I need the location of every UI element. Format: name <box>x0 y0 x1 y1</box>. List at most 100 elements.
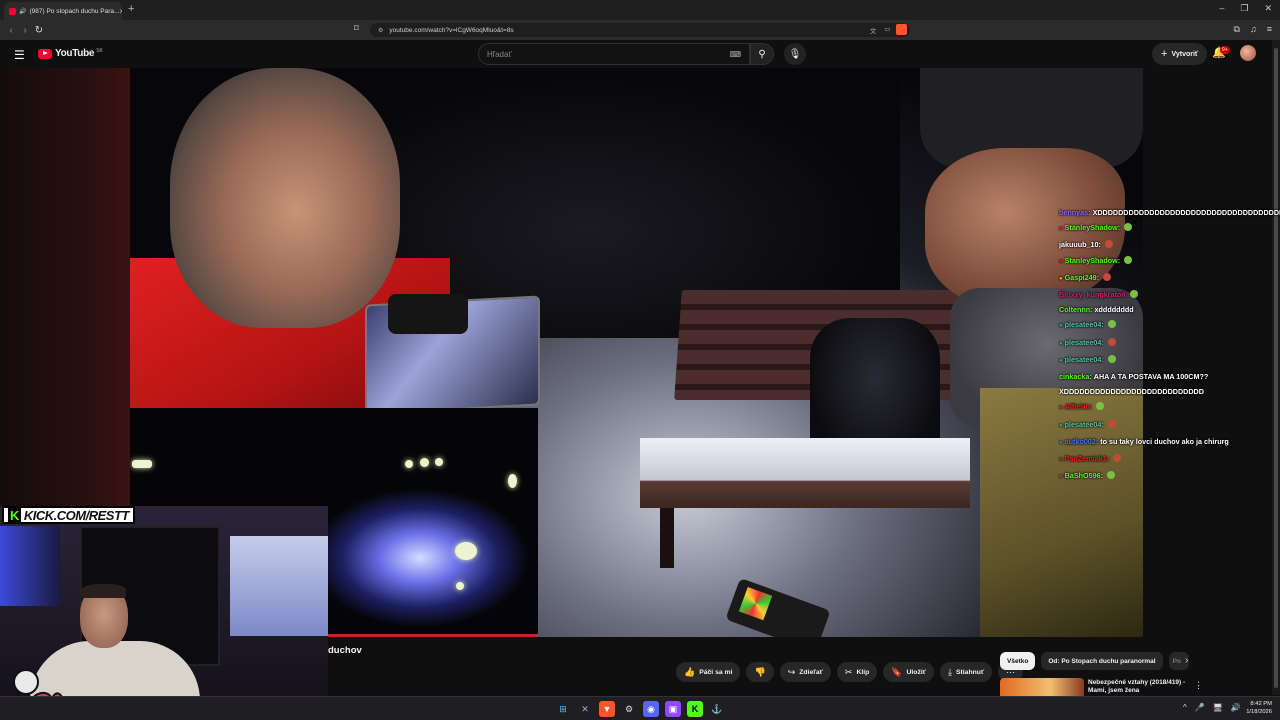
brave-browser-icon[interactable]: ▼ <box>599 701 615 717</box>
search-button[interactable]: ⚲ <box>750 43 774 65</box>
recommendation-chips: Všetko Od: Po Stopach duchu paranormal P… <box>1000 652 1189 670</box>
action-label: Uložiť <box>906 668 927 676</box>
save-button[interactable]: 🔖 Uložiť <box>883 662 934 682</box>
recommended-title[interactable]: Nebezpečné vztahy (2018/419) - Mami, jse… <box>1088 679 1198 695</box>
windows-start-icon[interactable]: ⊞ <box>555 701 571 717</box>
audio-playing-icon[interactable]: 🔊 <box>19 8 26 15</box>
chat-message: bennyas: XDDDDDDDDDDDDDDDDDDDDDDDDDDDDDDD… <box>1059 205 1280 220</box>
media-control-icon[interactable]: ♫ <box>1250 24 1257 35</box>
new-tab-button[interactable]: + <box>128 3 134 15</box>
bookmark-icon[interactable]: ⌑ <box>354 23 359 34</box>
microphone-tray-icon[interactable]: 🎤 <box>1195 703 1205 712</box>
chat-text: XDDDDDDDDDDDDDDDDDDDDDDDDDDDDDDDDDDDDDDD… <box>1092 208 1280 217</box>
chat-username[interactable]: Bloxxy_kungkraton <box>1059 290 1126 299</box>
chat-username[interactable]: jakuuub_10: <box>1059 240 1101 249</box>
action-label: Stiahnuť <box>955 668 985 676</box>
kick-logo-icon: K <box>8 507 21 523</box>
inset-light-glow <box>310 488 530 628</box>
clip-button[interactable]: ✂ Klip <box>836 662 878 682</box>
close-window-icon[interactable]: ✕ <box>1264 3 1272 14</box>
plus-icon: + <box>1161 48 1168 60</box>
action-label: Zdieľať <box>799 668 823 676</box>
chat-username[interactable]: AlfIeNo: <box>1065 402 1093 411</box>
streamer-webcam <box>0 506 328 720</box>
settings-app-icon[interactable]: ⚙ <box>621 701 637 717</box>
chat-username[interactable]: bennyas: <box>1059 208 1091 217</box>
youtube-logo[interactable]: YouTube SK <box>38 48 103 59</box>
steam-icon[interactable]: ⚓ <box>709 701 725 717</box>
forward-icon[interactable]: › <box>18 25 32 36</box>
red-heart-badge-icon: ● <box>1059 258 1063 265</box>
scrollbar-thumb[interactable] <box>1274 48 1278 688</box>
chat-username[interactable]: StanleyShadow: <box>1065 256 1121 265</box>
chips-next-icon[interactable]: › <box>1185 655 1188 666</box>
dislike-button[interactable]: 👎 <box>746 662 774 682</box>
brown-badge-badge-icon: ● <box>1059 474 1063 481</box>
cast-icon[interactable]: ▭ <box>884 25 890 35</box>
file-explorer-icon[interactable]: ✕ <box>577 701 593 717</box>
brave-shield-icon[interactable] <box>896 24 907 35</box>
menu-icon[interactable]: ≡ <box>1267 24 1272 35</box>
minimize-icon[interactable]: – <box>1219 3 1224 14</box>
hamburger-menu-icon[interactable]: ☰ <box>14 48 25 62</box>
browser-tab[interactable]: 🔊 (987) Po stopach duchu Para... × <box>4 2 122 20</box>
chat-emote-icon <box>1124 255 1133 264</box>
chat-username[interactable]: plesatee04: <box>1065 420 1104 429</box>
action-label: Klip <box>856 668 870 676</box>
translate-icon[interactable]: 文 <box>870 25 877 35</box>
chat-username[interactable]: autko002: <box>1065 437 1099 446</box>
youtube-favicon-icon <box>9 7 16 15</box>
chat-username[interactable]: plesatee04: <box>1065 320 1104 329</box>
share-button[interactable]: ↪ Zdieľať <box>779 662 831 682</box>
like-button[interactable]: 👍 Páči sa mi <box>676 662 741 682</box>
back-icon[interactable]: ‹ <box>4 25 18 36</box>
mod-badge-icon: ● <box>1059 340 1063 347</box>
chat-username[interactable]: plesatee04: <box>1065 338 1104 347</box>
search-placeholder: Hľadať <box>487 49 512 59</box>
chat-message: ● plesatee04: <box>1059 317 1234 334</box>
twitch-icon[interactable]: ▣ <box>665 701 681 717</box>
recommended-thumbnail[interactable] <box>1000 678 1084 696</box>
chat-username[interactable]: PanZemiak1: <box>1065 454 1109 463</box>
voice-search-button[interactable]: 🎙 <box>784 43 806 65</box>
mod-badge-icon: ● <box>1059 422 1063 429</box>
reload-icon[interactable]: ↻ <box>32 25 46 36</box>
url-field[interactable]: ⚙ youtube.com/watch?v=lCgW6oqMluo&t=8s 文… <box>370 23 910 37</box>
download-button[interactable]: ⤓ Stiahnuť <box>940 662 993 682</box>
recommended-video[interactable]: Nebezpečné vztahy (2018/419) - Mami, jse… <box>1000 678 1200 696</box>
youtube-header: ☰ YouTube SK Hľadať ⌨ ⚲ 🎙 + Vytvoriť 🔔 9… <box>0 40 1280 68</box>
video-actions: 👍 Páči sa mi 👎 ↪ Zdieľať ✂ Klip 🔖 Uložiť ⤓ Stiahnu… <box>676 662 1024 682</box>
kick-url: KICK.COM/RESTT <box>23 507 129 523</box>
network-icon[interactable]: 🖥 <box>1213 703 1223 712</box>
site-info-icon[interactable]: ⚙ <box>378 27 383 34</box>
chat-username[interactable]: plesatee04: <box>1065 355 1104 364</box>
create-button[interactable]: + Vytvoriť <box>1152 43 1208 65</box>
tab-title: (987) Po stopach duchu Para... <box>29 7 120 15</box>
kick-app-icon[interactable]: K <box>687 701 703 717</box>
taskbar-apps: ⊞ ✕ ▼ ⚙ ◉ ▣ K ⚓ <box>555 701 725 717</box>
chat-username[interactable]: Gaspi249: <box>1065 273 1099 282</box>
region-code: SK <box>96 47 103 54</box>
taskbar-clock[interactable]: 8:42 PM 1/18/2026 <box>1236 700 1272 716</box>
close-tab-icon[interactable]: × <box>119 7 122 16</box>
restore-icon[interactable]: ❐ <box>1240 3 1248 14</box>
chat-username[interactable]: BaShO596: <box>1065 471 1103 480</box>
chat-username[interactable]: StanleyShadow: <box>1065 223 1121 232</box>
chip-all[interactable]: Všetko <box>1000 652 1036 670</box>
chat-emote-icon <box>1096 402 1105 411</box>
search-input[interactable]: Hľadať ⌨ <box>478 43 750 65</box>
inset-light-dot <box>508 474 517 488</box>
tray-overflow-icon[interactable]: ^ <box>1183 703 1187 712</box>
discord-icon[interactable]: ◉ <box>643 701 659 717</box>
clock-time: 8:42 PM <box>1250 701 1272 707</box>
extensions-icon[interactable]: ⧉ <box>1234 24 1240 35</box>
chip-from-channel[interactable]: Od: Po Stopach duchu paranormal <box>1041 652 1163 670</box>
chat-username[interactable]: cinkacka: <box>1059 372 1092 381</box>
browser-tab-strip: 🔊 (987) Po stopach duchu Para... × + – ❐… <box>0 0 1280 20</box>
chat-username[interactable]: Coltennn: <box>1059 305 1093 314</box>
keyboard-icon[interactable]: ⌨ <box>729 50 741 59</box>
account-avatar[interactable] <box>1240 45 1256 61</box>
chat-emote-icon <box>1107 354 1116 363</box>
recommended-more-icon[interactable]: ⋮ <box>1194 680 1203 691</box>
chat-emote-icon <box>1129 290 1138 299</box>
